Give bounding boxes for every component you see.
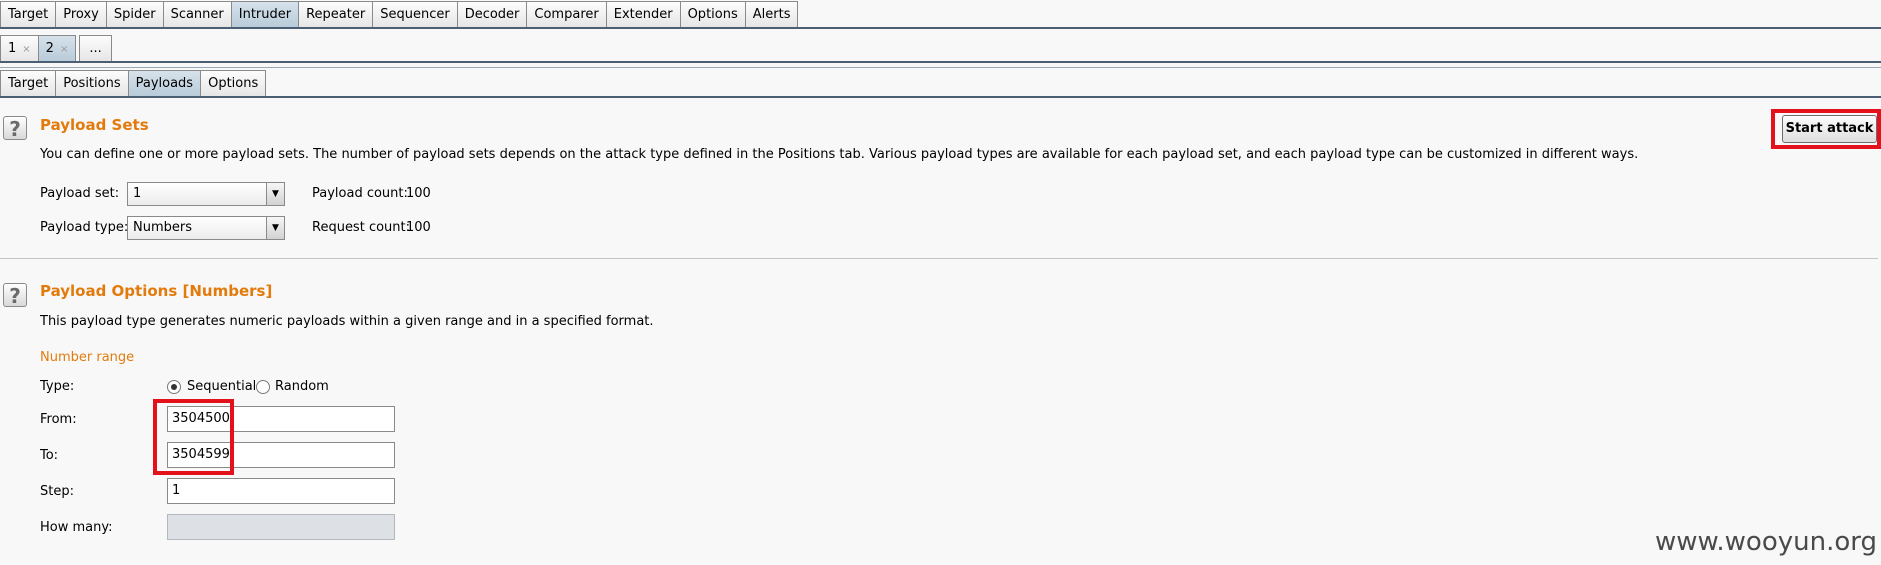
subtab-payloads[interactable]: Payloads — [127, 70, 202, 96]
subtab-positions[interactable]: Positions — [55, 70, 129, 96]
request-count-label: Request count: — [312, 220, 410, 235]
close-icon[interactable]: × — [60, 44, 68, 55]
attack-tab-bar: 1 × 2 × ... — [0, 35, 112, 61]
tab-comparer[interactable]: Comparer — [526, 1, 607, 27]
tab-proxy[interactable]: Proxy — [55, 1, 107, 27]
tab-sequencer[interactable]: Sequencer — [372, 1, 458, 27]
close-icon[interactable]: × — [22, 44, 30, 55]
chevron-down-icon[interactable]: ▼ — [266, 217, 284, 239]
tab-intruder[interactable]: Intruder — [230, 1, 300, 27]
random-radio[interactable] — [256, 380, 270, 394]
payload-options-title: Payload Options [Numbers] — [40, 282, 273, 300]
attack-tab-label: 2 — [45, 41, 54, 56]
payload-count-label: Payload count: — [312, 186, 408, 201]
how-many-label: How many: — [40, 520, 113, 535]
new-tab-label: ... — [89, 41, 102, 56]
from-label: From: — [40, 412, 77, 427]
tab-spider[interactable]: Spider — [105, 1, 164, 27]
help-icon[interactable]: ? — [3, 283, 27, 308]
random-label[interactable]: Random — [275, 379, 329, 394]
payload-set-value: 1 — [133, 186, 142, 201]
how-many-input — [167, 514, 395, 540]
range-highlight — [153, 399, 234, 475]
step-input[interactable]: 1 — [167, 478, 395, 504]
main-tab-bar: Target Proxy Spider Scanner Intruder Rep… — [0, 1, 799, 27]
main-tab-underline — [0, 27, 1881, 29]
payload-type-label: Payload type: — [40, 220, 129, 235]
tab-scanner[interactable]: Scanner — [162, 1, 232, 27]
tab-repeater[interactable]: Repeater — [298, 1, 374, 27]
new-attack-tab[interactable]: ... — [79, 35, 112, 61]
subtab-topline — [0, 67, 1881, 68]
sub-tab-underline — [0, 96, 1881, 98]
sub-tab-bar: Target Positions Payloads Options — [0, 70, 267, 96]
section-divider — [0, 258, 1878, 259]
payload-sets-description: You can define one or more payload sets.… — [40, 147, 1639, 162]
payload-count-value: 100 — [406, 186, 431, 201]
to-label: To: — [40, 448, 59, 463]
sequential-label[interactable]: Sequential — [187, 379, 256, 394]
payload-type-value: Numbers — [133, 220, 192, 235]
tab-decoder[interactable]: Decoder — [456, 1, 528, 27]
payload-options-description: This payload type generates numeric payl… — [40, 314, 654, 329]
sequential-radio[interactable] — [167, 380, 181, 394]
tab-extender[interactable]: Extender — [605, 1, 681, 27]
payload-set-label: Payload set: — [40, 186, 120, 201]
request-count-value: 100 — [406, 220, 431, 235]
number-range-label: Number range — [40, 350, 135, 365]
subtab-target[interactable]: Target — [0, 70, 57, 96]
watermark: www.wooyun.org — [1654, 527, 1877, 557]
step-label: Step: — [40, 484, 74, 499]
attack-tab-label: 1 — [8, 41, 17, 56]
attack-tab-2[interactable]: 2 × — [37, 35, 77, 61]
start-attack-highlight — [1771, 109, 1881, 149]
tab-alerts[interactable]: Alerts — [744, 1, 799, 27]
payload-type-select[interactable]: Numbers ▼ — [127, 216, 285, 240]
tab-target[interactable]: Target — [0, 1, 57, 27]
type-label: Type: — [40, 379, 75, 394]
tab-options[interactable]: Options — [679, 1, 746, 27]
chevron-down-icon[interactable]: ▼ — [266, 183, 284, 205]
payload-sets-title: Payload Sets — [40, 116, 149, 134]
help-icon[interactable]: ? — [3, 116, 27, 141]
subtab-options[interactable]: Options — [200, 70, 267, 96]
payload-set-select[interactable]: 1 ▼ — [127, 182, 285, 206]
attack-tab-underline — [0, 61, 1881, 63]
attack-tab-1[interactable]: 1 × — [0, 35, 39, 61]
